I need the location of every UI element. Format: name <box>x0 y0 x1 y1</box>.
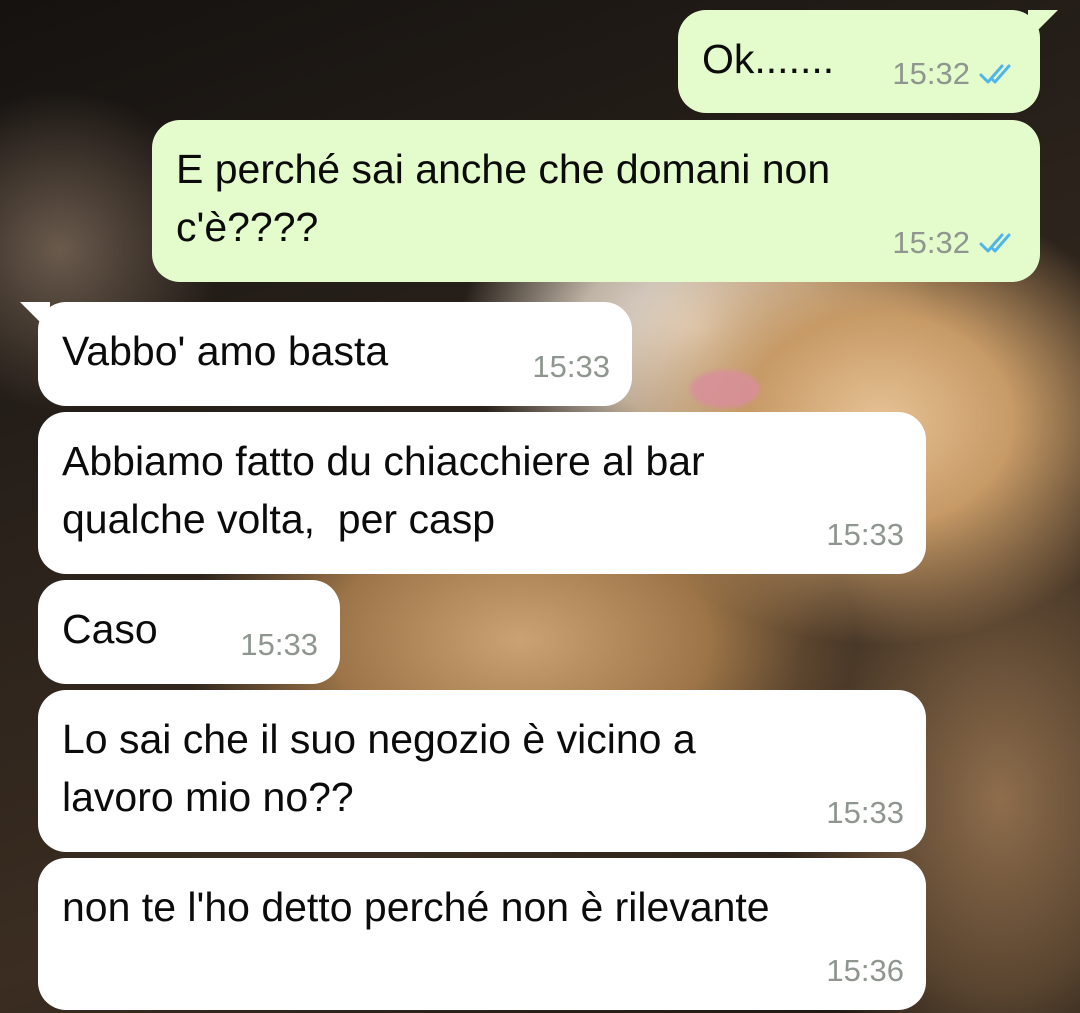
message-text: Lo sai che il suo negozio è vicino a lav… <box>62 716 696 820</box>
message-meta: 15:32 <box>892 45 1018 103</box>
message-text: Vabbo' amo basta <box>62 328 389 374</box>
double-check-read-icon <box>979 64 1011 84</box>
incoming-message-bubble[interactable]: Abbiamo fatto du chiacchiere al bar qual… <box>38 412 926 574</box>
double-check-read-icon <box>979 233 1011 253</box>
incoming-message-bubble[interactable]: Vabbo' amo basta 15:33 <box>20 302 632 406</box>
message-text: Abbiamo fatto du chiacchiere al bar qual… <box>62 438 705 542</box>
message-text: E perché sai anche che domani non c'è???… <box>176 146 831 250</box>
message-time: 15:32 <box>892 56 970 91</box>
message-text: non te l'ho detto perché non è rilevante <box>62 884 770 930</box>
message-meta: 15:33 <box>826 784 904 842</box>
message-time: 15:36 <box>826 953 904 988</box>
message-time: 15:32 <box>892 225 970 260</box>
message-time: 15:33 <box>532 349 610 384</box>
outgoing-message-bubble[interactable]: E perché sai anche che domani non c'è???… <box>152 120 1040 282</box>
incoming-message-bubble[interactable]: Lo sai che il suo negozio è vicino a lav… <box>38 690 926 852</box>
message-meta: 15:33 <box>532 338 610 396</box>
message-meta: 15:32 <box>892 214 1018 272</box>
message-meta: 15:33 <box>240 616 318 674</box>
message-meta: 15:33 <box>826 506 904 564</box>
message-time: 15:33 <box>240 627 318 662</box>
incoming-message-bubble[interactable]: Caso 15:33 <box>38 580 340 684</box>
message-meta: 15:36 <box>826 942 904 1000</box>
outgoing-message-bubble[interactable]: Ok....... 15:32 <box>678 10 1058 113</box>
wallpaper-dog-detail <box>690 370 760 408</box>
incoming-message-bubble[interactable]: non te l'ho detto perché non è rilevante… <box>38 858 926 1010</box>
message-time: 15:33 <box>826 517 904 552</box>
message-time: 15:33 <box>826 795 904 830</box>
